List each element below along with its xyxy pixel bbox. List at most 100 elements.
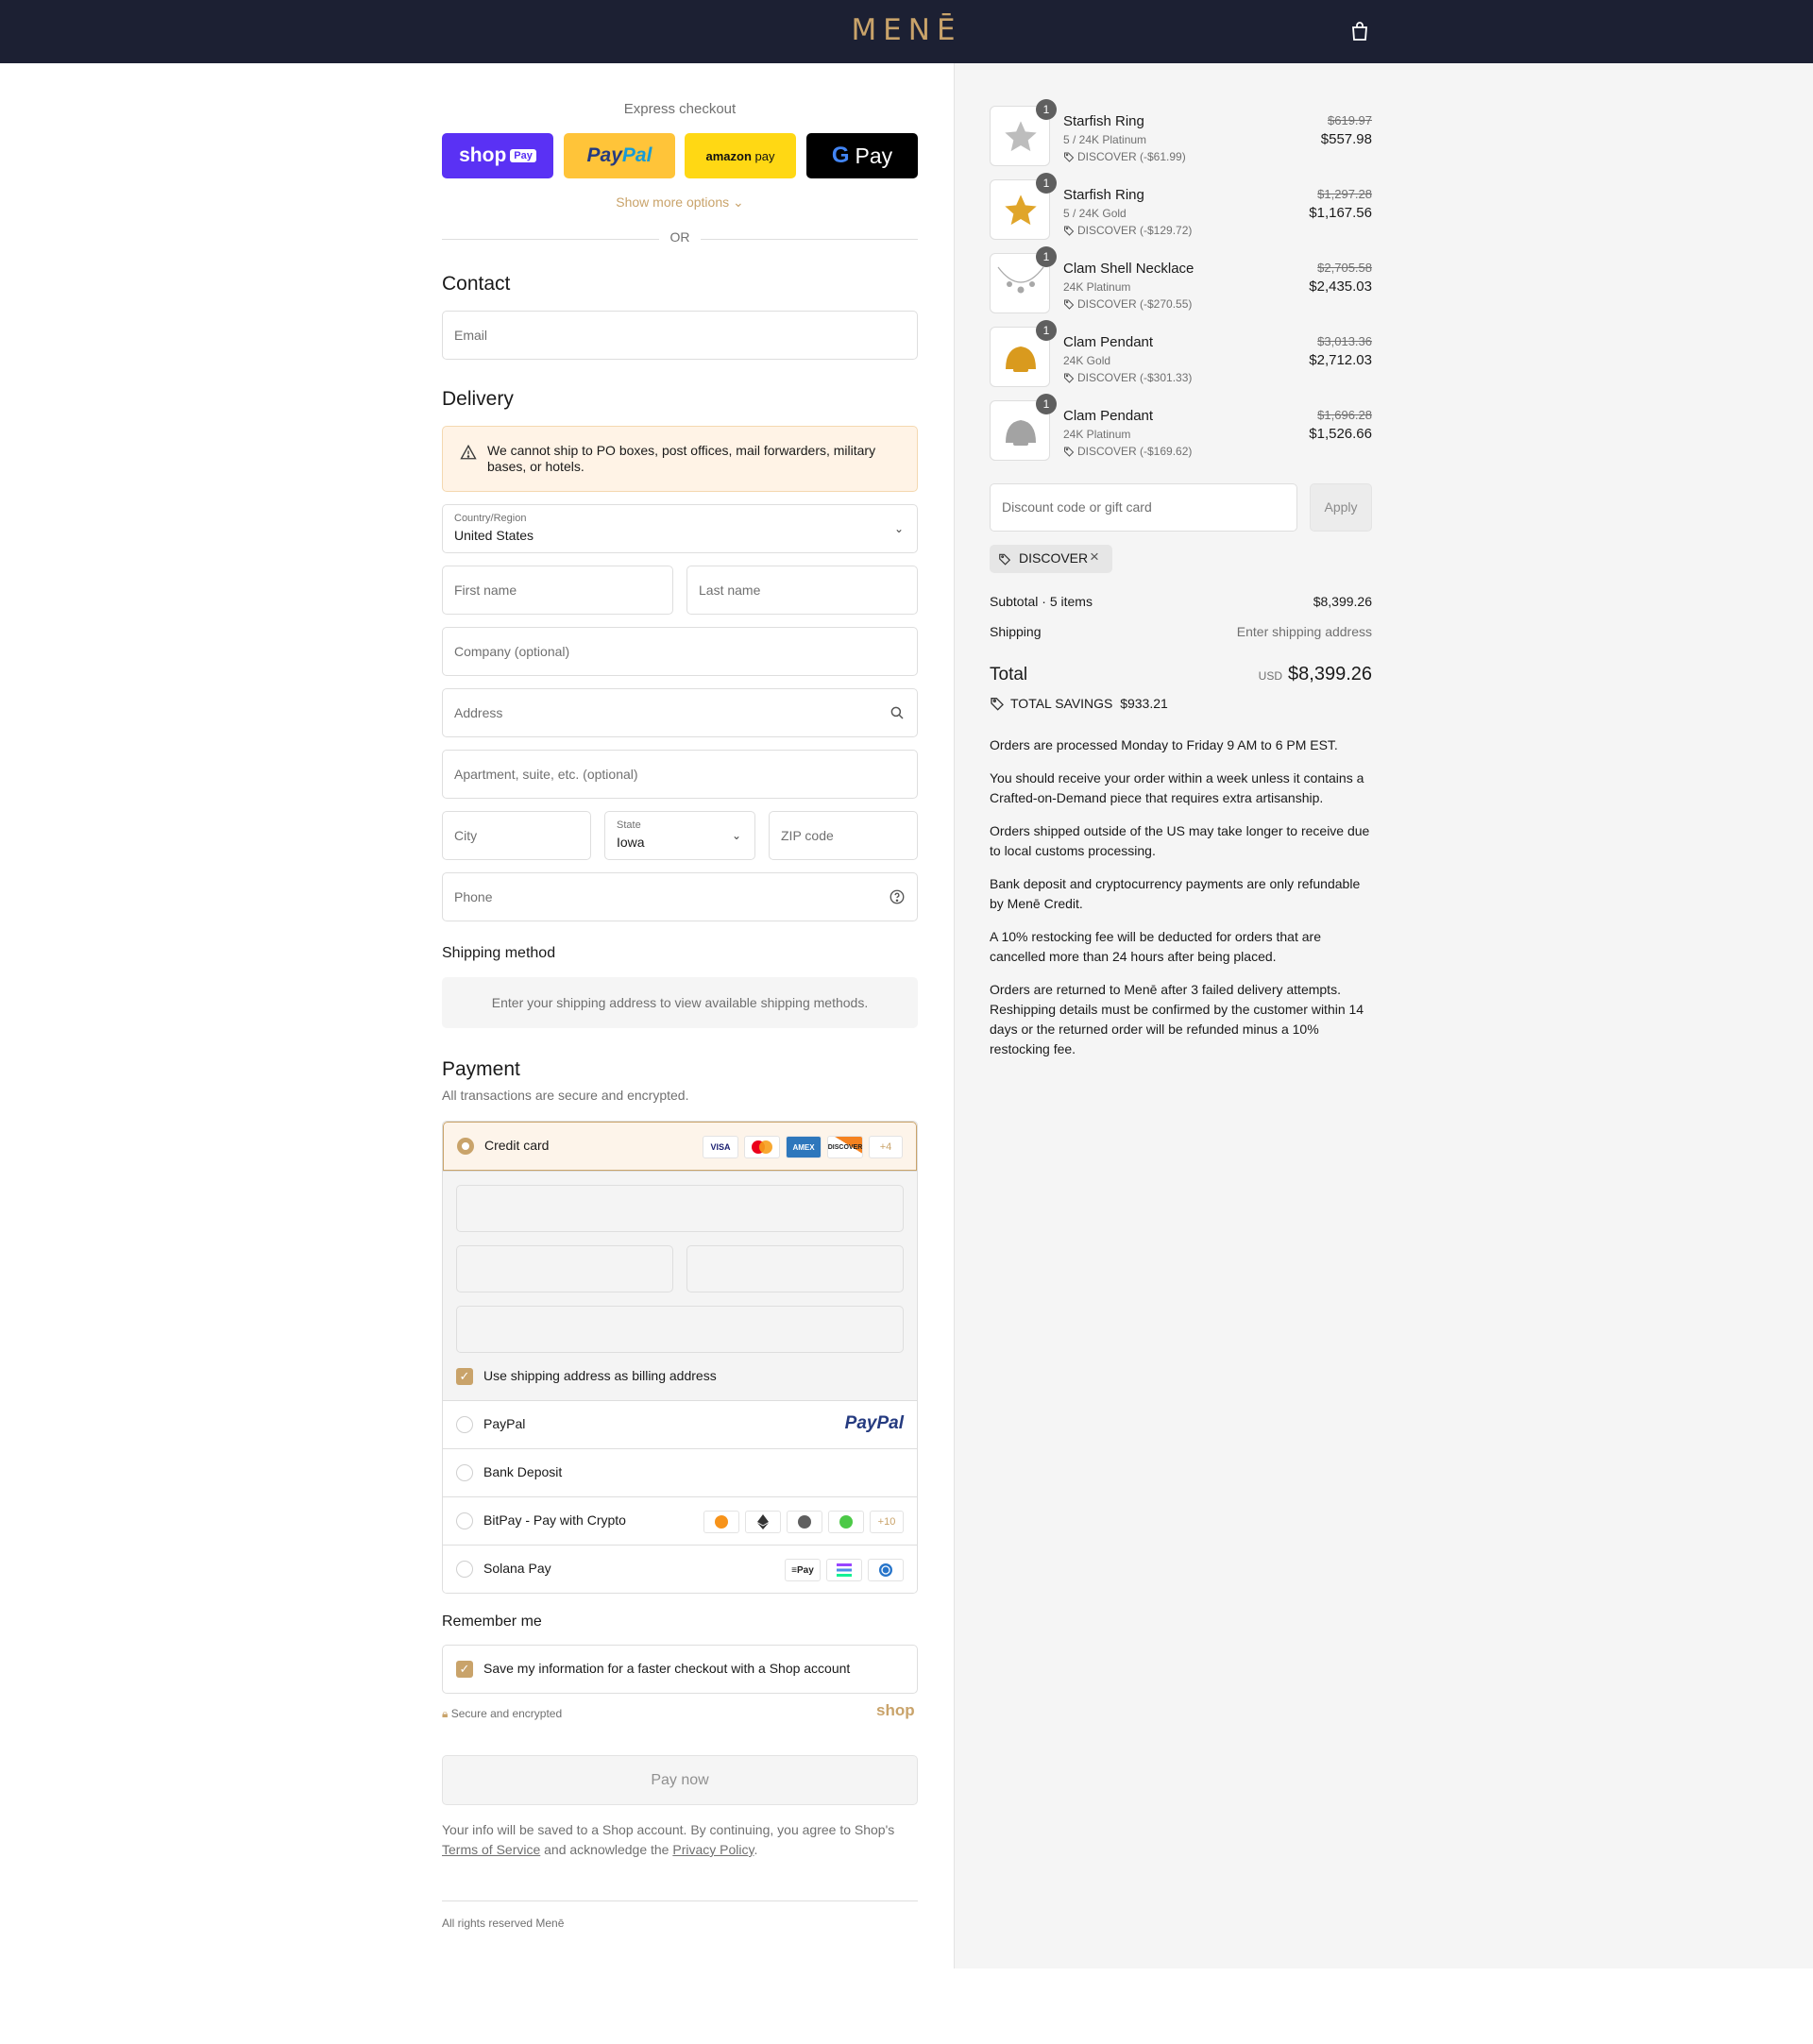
quantity-badge: 1	[1036, 394, 1057, 414]
paypal-label-1: Pay	[586, 144, 622, 166]
card-details-form: ✓ Use shipping address as billing addres…	[443, 1171, 917, 1400]
paypal-option-label: PayPal	[483, 1416, 526, 1431]
tag-icon	[991, 698, 1004, 711]
product-variant: 24K Platinum	[1063, 428, 1131, 441]
total-value: $8,399.26	[1288, 664, 1372, 684]
first-name-field[interactable]: First name	[442, 566, 673, 615]
google-pay-button[interactable]: G Pay	[806, 133, 918, 178]
radio-unselected[interactable]	[456, 1561, 473, 1578]
policy-text: Orders are returned to Menē after 3 fail…	[990, 982, 1364, 1056]
payment-option-bitpay[interactable]: BitPay - Pay with Crypto +10	[443, 1496, 917, 1545]
subtotal-value: $8,399.26	[1313, 594, 1372, 609]
product-variant: 5 / 24K Gold	[1063, 207, 1127, 220]
paypal-express-button[interactable]: Pay Pal	[564, 133, 675, 178]
lock-icon: 🔒︎	[442, 1707, 449, 1720]
card-logos: VISA AMEX DISCOVER +4	[703, 1136, 903, 1158]
ethereum-icon	[745, 1511, 781, 1533]
first-name-placeholder: First name	[454, 583, 517, 598]
policy-text: A 10% restocking fee will be deducted fo…	[990, 929, 1321, 964]
product-variant: 24K Platinum	[1063, 280, 1131, 294]
original-price: $3,013.36	[1317, 334, 1372, 348]
paypal-label-2: Pal	[621, 144, 652, 166]
email-field[interactable]: Email	[442, 311, 918, 360]
show-more-options-link[interactable]: Show more options ⌄	[442, 194, 918, 211]
bank-deposit-label: Bank Deposit	[483, 1464, 563, 1479]
payment-methods: Credit card VISA AMEX DISCOVER +4 ✓ Use …	[442, 1121, 918, 1594]
company-field[interactable]: Company (optional)	[442, 627, 918, 676]
bitcoin-cash-icon	[828, 1511, 864, 1533]
brand-logo[interactable]: MENĒ	[0, 13, 1813, 47]
card-number-field[interactable]	[456, 1185, 904, 1232]
shop-pay-pill: Pay	[510, 149, 536, 162]
line-item: 1 Clam Pendant 24K Platinum DISCOVER (-$…	[990, 394, 1372, 463]
shop-pay-button[interactable]: shop Pay	[442, 133, 553, 178]
total-amount: USD $8,399.26	[1259, 664, 1372, 685]
line-item: 1 Clam Shell Necklace 24K Platinum DISCO…	[990, 246, 1372, 315]
express-checkout-title: Express checkout	[623, 101, 737, 117]
radio-unselected[interactable]	[456, 1416, 473, 1433]
shipping-value: Enter shipping address	[1236, 624, 1372, 639]
discount-text: DISCOVER (-$301.33)	[1077, 371, 1193, 384]
save-info-checkbox[interactable]: ✓	[456, 1661, 473, 1678]
radio-selected[interactable]	[457, 1138, 474, 1155]
last-name-field[interactable]: Last name	[686, 566, 918, 615]
shopping-bag-icon[interactable]	[1348, 20, 1371, 42]
shop-logo: shop	[876, 1701, 915, 1719]
search-icon	[890, 706, 904, 719]
name-on-card-field[interactable]	[456, 1306, 904, 1353]
legal-notice: Your info will be saved to a Shop accoun…	[442, 1820, 918, 1860]
state-select[interactable]: State Iowa ⌄	[604, 811, 755, 860]
expiration-date-field[interactable]	[456, 1245, 673, 1292]
country-select[interactable]: Country/Region United States ⌄	[442, 504, 918, 553]
currency-code: USD	[1258, 669, 1283, 683]
remove-discount-icon[interactable]: ×	[1090, 548, 1099, 566]
payment-heading: Payment	[442, 1058, 520, 1080]
discount-text: DISCOVER (-$61.99)	[1077, 150, 1186, 163]
help-circle-icon[interactable]	[889, 888, 906, 905]
amazon-pay-button[interactable]: amazon pay	[685, 133, 796, 178]
payment-option-solana-pay[interactable]: Solana Pay ≡Pay	[443, 1545, 917, 1593]
policy-text: Bank deposit and cryptocurrency payments…	[990, 876, 1361, 911]
apartment-field[interactable]: Apartment, suite, etc. (optional)	[442, 750, 918, 799]
product-name: Starfish Ring	[1063, 113, 1144, 129]
footer-copyright: All rights reserved Menē	[442, 1917, 565, 1930]
total-label: Total	[990, 665, 1028, 684]
shipping-method-heading: Shipping method	[442, 945, 556, 961]
address-field[interactable]: Address	[442, 688, 918, 737]
payment-option-credit-card[interactable]: Credit card VISA AMEX DISCOVER +4	[443, 1122, 917, 1171]
legal-text: .	[754, 1842, 758, 1857]
radio-unselected[interactable]	[456, 1464, 473, 1481]
total-savings: TOTAL SAVINGS $933.21	[990, 696, 1168, 711]
billing-checkbox[interactable]: ✓	[456, 1368, 473, 1385]
discount-code-text: DISCOVER	[1019, 550, 1089, 566]
policy-text: You should receive your order within a w…	[990, 770, 1364, 805]
warning-text: We cannot ship to PO boxes, post offices…	[487, 443, 876, 474]
original-price: $2,705.58	[1317, 261, 1372, 275]
contact-heading: Contact	[442, 273, 511, 295]
security-code-field[interactable]	[686, 1245, 904, 1292]
phone-field[interactable]: Phone	[442, 872, 918, 921]
privacy-policy-link[interactable]: Privacy Policy	[672, 1842, 754, 1857]
zip-code-field[interactable]: ZIP code	[769, 811, 918, 860]
payment-option-paypal[interactable]: PayPal PayPal	[443, 1400, 917, 1448]
discount-code-input[interactable]: Discount code or gift card	[990, 483, 1297, 532]
product-discount: DISCOVER (-$61.99)	[1063, 150, 1186, 163]
more-cards-badge: +4	[869, 1136, 903, 1158]
pay-now-button[interactable]: Pay now	[442, 1755, 918, 1805]
payment-option-bank-deposit[interactable]: Bank Deposit	[443, 1448, 917, 1496]
quantity-badge: 1	[1036, 173, 1057, 194]
line-item: 1 Starfish Ring 5 / 24K Gold DISCOVER (-…	[990, 173, 1372, 242]
product-variant: 24K Gold	[1063, 354, 1111, 367]
chevron-down-icon: ⌄	[893, 522, 904, 535]
legal-text: Your info will be saved to a Shop accoun…	[442, 1822, 895, 1837]
terms-of-service-link[interactable]: Terms of Service	[442, 1842, 540, 1857]
secure-text: Secure and encrypted	[450, 1707, 563, 1720]
phone-placeholder: Phone	[454, 889, 493, 904]
product-discount: DISCOVER (-$129.72)	[1063, 224, 1192, 237]
paypal-logo: PayPal	[844, 1413, 904, 1433]
store-policies: Orders are processed Monday to Friday 9 …	[990, 735, 1372, 1073]
city-field[interactable]: City	[442, 811, 591, 860]
savings-label: TOTAL SAVINGS	[1010, 696, 1113, 711]
apply-discount-button[interactable]: Apply	[1310, 483, 1372, 532]
radio-unselected[interactable]	[456, 1512, 473, 1529]
